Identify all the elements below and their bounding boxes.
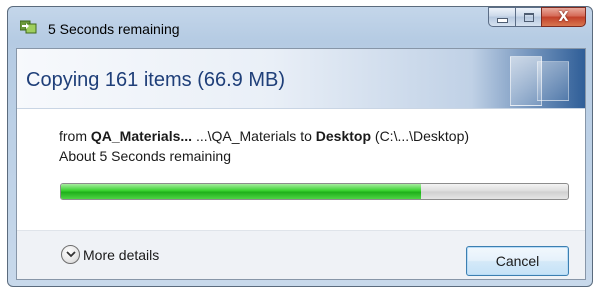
close-icon: X <box>558 9 569 25</box>
minimize-button[interactable] <box>488 7 515 27</box>
to-word: to <box>300 128 312 144</box>
title-bar[interactable]: 5 Seconds remaining X <box>8 7 592 43</box>
minimize-icon <box>496 17 508 23</box>
cancel-button[interactable]: Cancel <box>466 246 569 276</box>
close-button[interactable]: X <box>541 7 586 27</box>
header-band: Copying 161 items (66.9 MB) <box>17 49 585 109</box>
copy-dialog-window: 5 Seconds remaining X Copying 161 items … <box>7 6 593 287</box>
copy-progress-icon <box>19 20 38 34</box>
destination-name-link[interactable]: Desktop <box>316 128 371 144</box>
transfer-description: from QA_Materials... ...\QA_Materials to… <box>59 128 469 144</box>
progress-bar-fill <box>61 184 421 199</box>
maximize-button[interactable] <box>515 7 541 27</box>
window-title: 5 Seconds remaining <box>48 21 180 37</box>
from-word: from <box>59 128 87 144</box>
more-details-toggle[interactable]: More details <box>61 245 159 264</box>
time-remaining: About 5 Seconds remaining <box>59 148 231 164</box>
destination-path: (C:\...\Desktop) <box>374 128 470 144</box>
dialog-content: Copying 161 items (66.9 MB) from QA_Mate… <box>16 48 586 280</box>
dialog-footer: More details Cancel <box>17 230 585 279</box>
decorative-glass-panel <box>537 61 569 101</box>
maximize-icon <box>523 12 534 22</box>
source-path: ...\QA_Materials <box>195 128 297 144</box>
copy-heading: Copying 161 items (66.9 MB) <box>26 69 286 91</box>
caption-buttons: X <box>488 7 586 28</box>
source-name-link[interactable]: QA_Materials... <box>91 128 192 144</box>
chevron-down-icon[interactable] <box>61 245 80 264</box>
more-details-label[interactable]: More details <box>83 247 159 263</box>
progress-bar <box>60 183 569 200</box>
